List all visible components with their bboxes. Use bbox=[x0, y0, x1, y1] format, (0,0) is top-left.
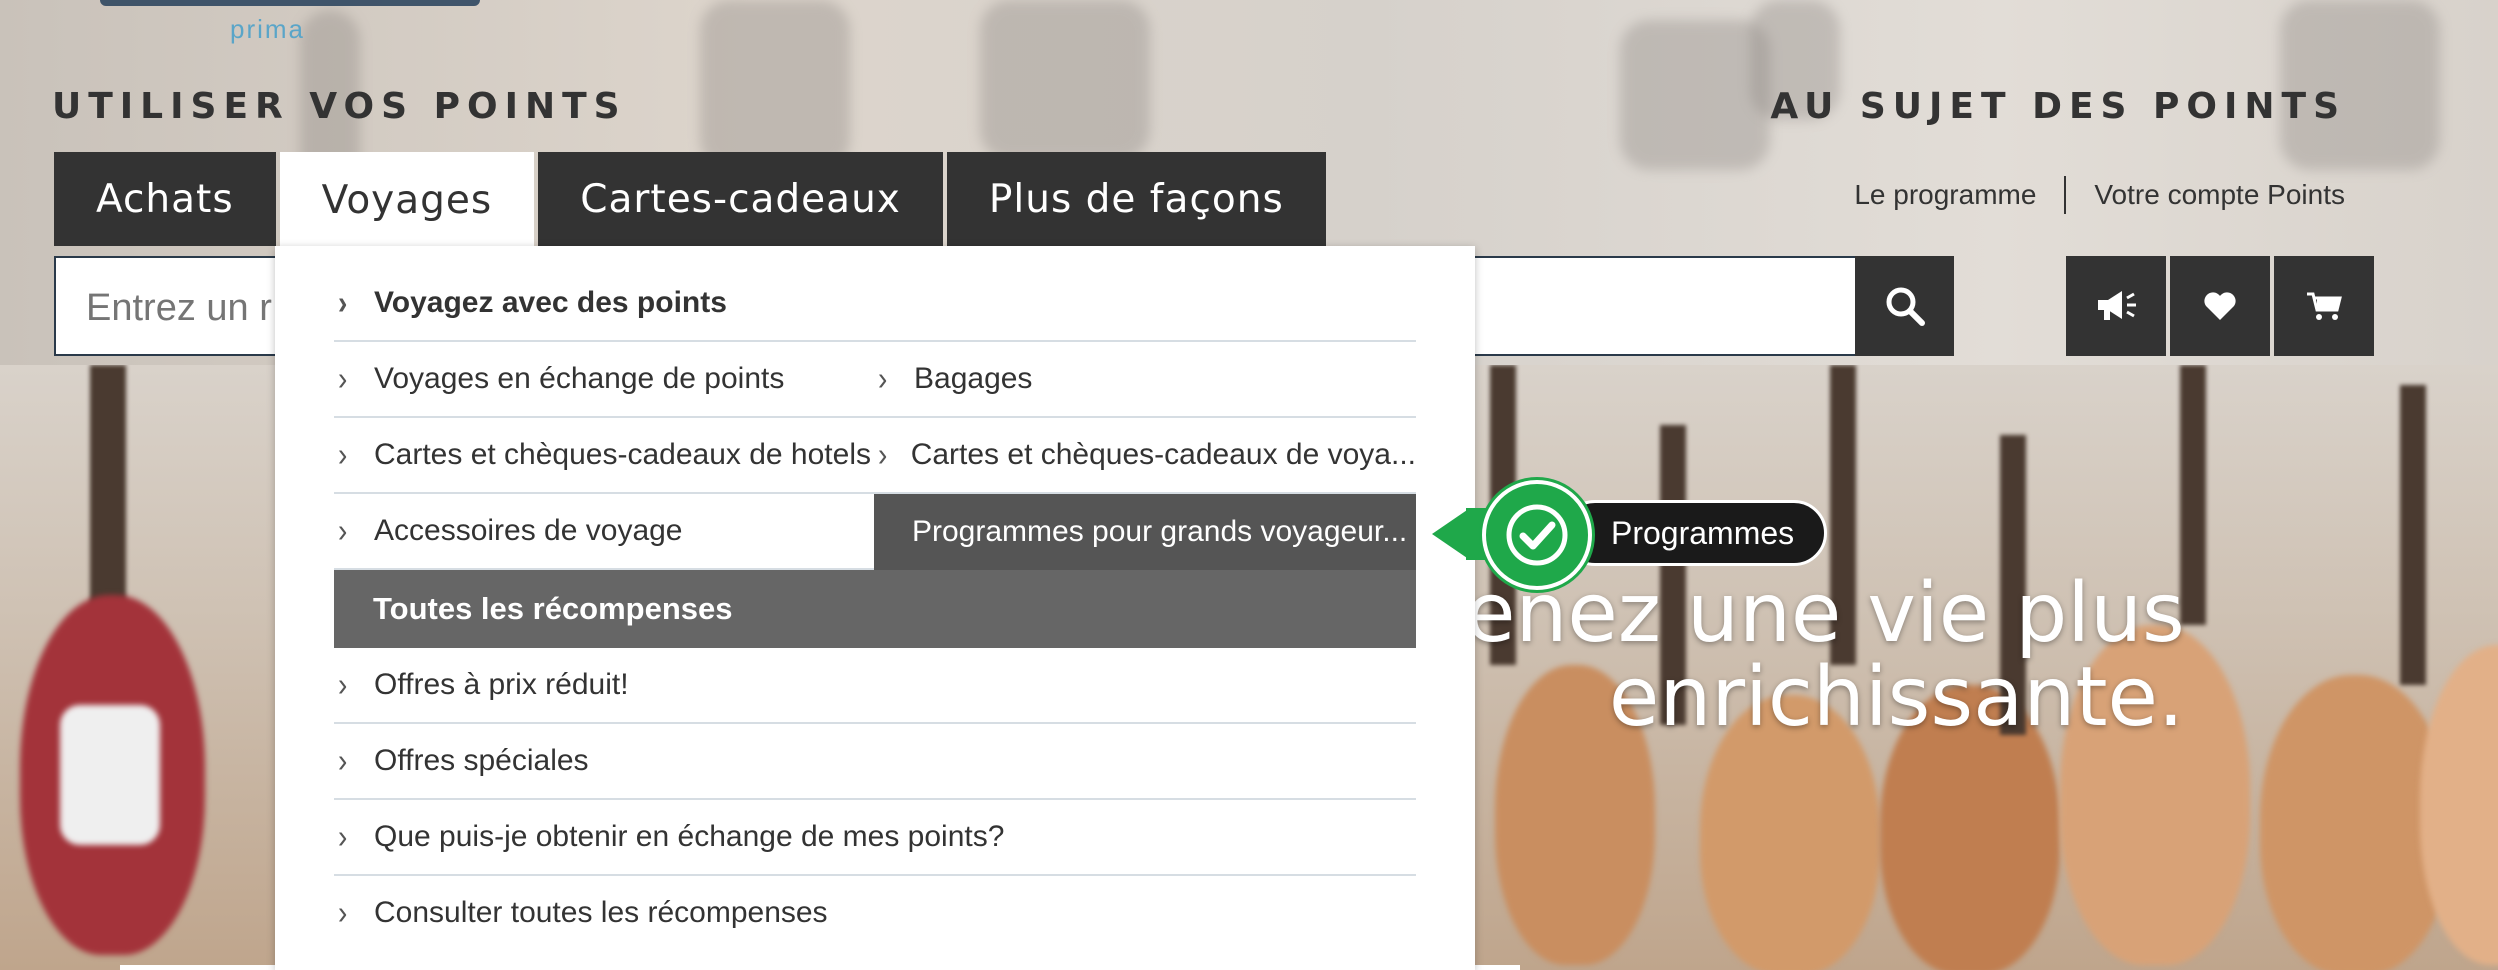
dropdown-item-programmes-voyageurs[interactable]: Programmes pour grands voyageur... bbox=[874, 494, 1416, 570]
dropdown-item-que-puis-je[interactable]: › Que puis-je obtenir en échange de mes … bbox=[334, 800, 1416, 874]
program-link[interactable]: Le programme bbox=[1854, 179, 2036, 211]
logo-subtitle: prima bbox=[230, 14, 306, 44]
dropdown-row: › Voyages en échange de points › Bagages bbox=[334, 342, 1416, 418]
about-links: Le programme Votre compte Points bbox=[1854, 176, 2345, 214]
about-points-heading: AU SUJET DES POINTS bbox=[1770, 86, 2346, 127]
callout-label: Programmes bbox=[1562, 500, 1828, 566]
megaphone-icon bbox=[2098, 291, 2136, 320]
chevron-right-icon: › bbox=[338, 893, 348, 931]
dropdown-item-cartes-voyage[interactable]: › Cartes et chèques-cadeaux de voya... bbox=[874, 418, 1416, 492]
dropdown-row: › Offres à prix réduit! bbox=[334, 648, 1416, 724]
dropdown-item-voyages-echange[interactable]: › Voyages en échange de points bbox=[334, 342, 874, 416]
tab-voyages[interactable]: Voyages bbox=[279, 152, 535, 248]
chevron-right-icon: › bbox=[878, 435, 888, 473]
logo-mark bbox=[100, 0, 480, 6]
hero-headline-line2: enrichissante. bbox=[1608, 650, 2184, 745]
link-separator bbox=[2064, 176, 2067, 214]
chevron-right-icon: › bbox=[338, 359, 348, 397]
dropdown-item-offres-speciales[interactable]: › Offres spéciales bbox=[334, 724, 1416, 798]
tab-achats[interactable]: Achats bbox=[54, 152, 276, 246]
all-rewards-heading[interactable]: Toutes les récompenses bbox=[334, 570, 1416, 648]
dropdown-row: › Que puis-je obtenir en échange de mes … bbox=[334, 800, 1416, 876]
dropdown-row: › Offres spéciales bbox=[334, 724, 1416, 800]
chevron-right-icon: › bbox=[338, 511, 348, 549]
voyages-dropdown-menu: › Voyagez avec des points › Voyages en é… bbox=[275, 246, 1475, 970]
main-tabs: Achats Voyages Cartes-cadeaux Plus de fa… bbox=[54, 152, 1330, 248]
chevron-right-icon: › bbox=[338, 283, 348, 321]
dropdown-item-accessoires[interactable]: › Accessoires de voyage bbox=[334, 494, 874, 568]
dropdown-item-offres-prix-reduit[interactable]: › Offres à prix réduit! bbox=[334, 648, 1416, 722]
account-link[interactable]: Votre compte Points bbox=[2094, 179, 2345, 211]
tab-cartes-cadeaux[interactable]: Cartes-cadeaux bbox=[538, 152, 943, 246]
announcements-button[interactable] bbox=[2066, 256, 2166, 356]
dropdown-item-consulter-tout[interactable]: › Consulter toutes les récompenses bbox=[334, 876, 1416, 950]
use-points-heading: UTILISER VOS POINTS bbox=[52, 86, 627, 127]
chevron-right-icon: › bbox=[878, 359, 888, 397]
checkmark-badge bbox=[1482, 480, 1592, 590]
chevron-right-icon: › bbox=[338, 435, 348, 473]
tab-plus-de-facons[interactable]: Plus de façons bbox=[946, 152, 1326, 246]
search-icon bbox=[1886, 287, 1925, 326]
travel-with-points-link[interactable]: › Voyagez avec des points bbox=[334, 266, 1416, 340]
dropdown-item-cartes-hotels[interactable]: › Cartes et chèques-cadeaux de hotels bbox=[334, 418, 874, 492]
chevron-right-icon: › bbox=[338, 817, 348, 855]
dropdown-item-bagages[interactable]: › Bagages bbox=[874, 342, 1416, 416]
chevron-right-icon: › bbox=[338, 741, 348, 779]
dropdown-row: › Cartes et chèques-cadeaux de hotels › … bbox=[334, 418, 1416, 494]
dropdown-heading-row: › Voyagez avec des points bbox=[334, 266, 1416, 342]
cart-icon bbox=[2307, 292, 2342, 320]
dropdown-row: › Accessoires de voyage Programmes pour … bbox=[334, 494, 1416, 570]
chevron-right-icon: › bbox=[338, 665, 348, 703]
wishlist-button[interactable] bbox=[2170, 256, 2270, 356]
search-button[interactable] bbox=[1855, 256, 1954, 356]
programmes-callout: Programmes bbox=[1432, 478, 1828, 590]
cart-button[interactable] bbox=[2274, 256, 2374, 356]
dropdown-row: › Consulter toutes les récompenses bbox=[334, 876, 1416, 952]
callout-pointer bbox=[1432, 508, 1470, 560]
logo[interactable]: prima bbox=[100, 0, 480, 50]
checkmark-icon bbox=[1506, 504, 1568, 566]
heart-icon bbox=[2204, 292, 2236, 320]
